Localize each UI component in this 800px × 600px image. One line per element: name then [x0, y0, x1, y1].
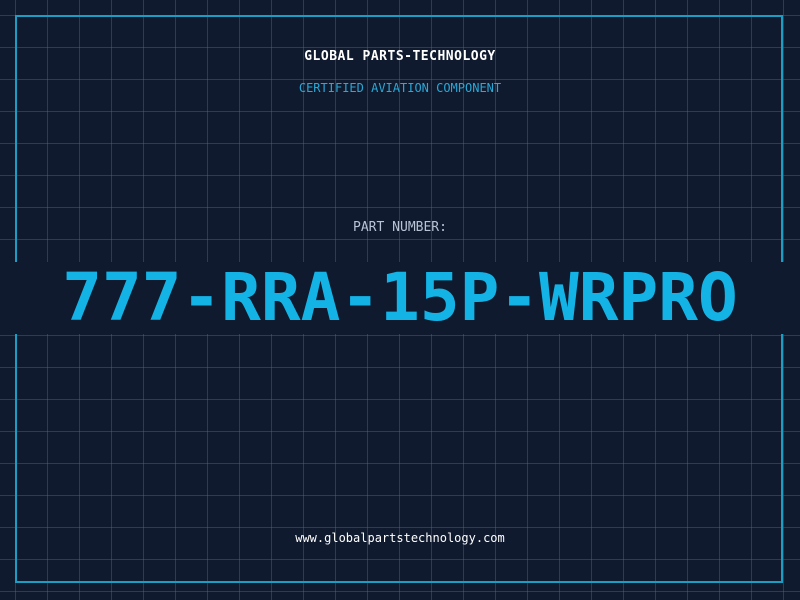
part-number-value: 777-RRA-15P-WRPRO	[62, 259, 738, 336]
website-url: www.globalpartstechnology.com	[295, 531, 505, 545]
certification-subtitle: CERTIFIED AVIATION COMPONENT	[298, 81, 502, 95]
part-label-card: GLOBAL PARTS-TECHNOLOGY CERTIFIED AVIATI…	[0, 0, 800, 600]
company-name: GLOBAL PARTS-TECHNOLOGY	[304, 49, 496, 64]
part-number-label: PART NUMBER:	[353, 220, 447, 235]
